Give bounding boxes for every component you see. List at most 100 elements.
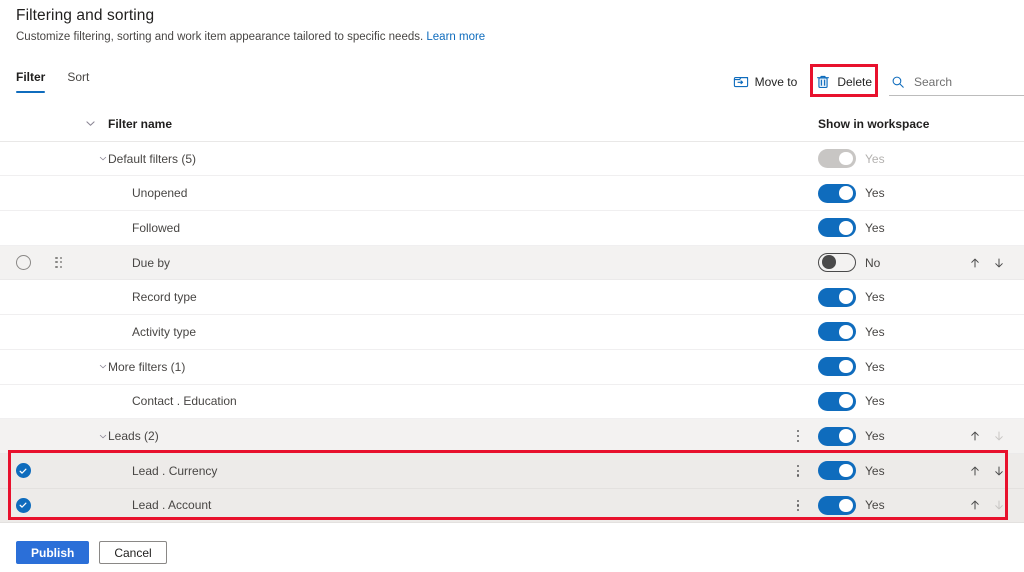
table-row[interactable]: Followed Yes	[0, 211, 1024, 246]
tab-list: Filter Sort	[16, 70, 89, 93]
check-icon	[19, 468, 27, 474]
row-show-in-workspace-cell: Yes	[818, 357, 968, 377]
table-header-row: Filter name Show in workspace	[0, 107, 1024, 142]
show-in-workspace-toggle[interactable]	[818, 357, 856, 377]
move-to-button[interactable]: Move to	[724, 68, 807, 96]
show-in-workspace-toggle	[818, 149, 856, 169]
row-filter-name: Unopened	[132, 186, 188, 201]
row-drag-cell	[46, 256, 72, 270]
header-expand-toggle[interactable]	[72, 117, 108, 130]
toggle-state-label: Yes	[865, 290, 885, 305]
row-checkbox-checked[interactable]	[15, 463, 31, 479]
row-show-in-workspace-cell: Yes	[818, 218, 968, 238]
page-subtitle-text: Customize filtering, sorting and work it…	[16, 31, 424, 43]
arrow-down-icon[interactable]	[992, 464, 1006, 478]
table-row[interactable]: Leads (2) Yes	[0, 419, 1024, 454]
chevron-down-icon	[85, 121, 95, 127]
chevron-down-icon	[99, 434, 107, 438]
row-show-in-workspace-cell: Yes	[818, 183, 968, 203]
search-input[interactable]	[912, 73, 1022, 90]
show-in-workspace-toggle[interactable]	[818, 495, 856, 515]
column-header-show-in-workspace: Show in workspace	[818, 116, 930, 131]
search-box[interactable]	[889, 69, 1024, 96]
table-row[interactable]: Lead . Account Yes	[0, 488, 1024, 524]
row-filter-name: Activity type	[132, 324, 197, 339]
row-select-cell	[0, 463, 46, 479]
row-reorder-cell	[968, 498, 1024, 512]
show-in-workspace-toggle[interactable]	[818, 322, 856, 342]
more-options-icon[interactable]	[794, 497, 802, 515]
row-checkbox[interactable]	[15, 255, 31, 271]
row-select-cell	[0, 497, 46, 513]
row-expand-toggle[interactable]	[72, 430, 108, 443]
row-reorder-cell	[968, 429, 1024, 443]
toggle-state-label: Yes	[865, 324, 885, 339]
row-expand-toggle[interactable]	[72, 152, 108, 165]
row-filter-name: Contact . Education	[132, 394, 237, 409]
more-options-icon[interactable]	[794, 462, 802, 480]
arrow-up-icon[interactable]	[968, 464, 982, 478]
row-show-in-workspace-cell: Yes	[818, 149, 968, 169]
row-filter-name: Default filters (5)	[108, 151, 197, 166]
more-options-icon[interactable]	[794, 427, 802, 445]
row-overflow-cell	[778, 462, 818, 480]
toggle-state-label: Yes	[865, 220, 885, 235]
toggle-state-label: Yes	[865, 394, 885, 409]
column-header-filter-name: Filter name	[108, 116, 173, 131]
show-in-workspace-toggle[interactable]	[818, 391, 856, 411]
table-row[interactable]: Activity type Yes	[0, 315, 1024, 350]
filtering-and-sorting-page: Filtering and sorting Customize filterin…	[0, 0, 1024, 572]
row-filter-name: More filters (1)	[108, 359, 186, 374]
row-overflow-cell	[778, 427, 818, 445]
table-row[interactable]: Default filters (5) Yes	[0, 142, 1024, 177]
row-reorder-cell	[968, 256, 1024, 270]
row-filter-name: Lead . Currency	[132, 463, 218, 478]
table-row[interactable]: Lead . Currency Yes	[0, 453, 1024, 489]
show-in-workspace-toggle[interactable]	[818, 218, 856, 238]
delete-label: Delete	[837, 75, 872, 89]
filters-table: Filter name Show in workspace Default fi…	[0, 107, 1024, 524]
row-show-in-workspace-cell: Yes	[818, 322, 968, 342]
row-checkbox-checked[interactable]	[15, 497, 31, 513]
arrow-down-icon	[995, 431, 1003, 441]
learn-more-link[interactable]: Learn more	[426, 31, 485, 43]
row-expand-toggle[interactable]	[72, 360, 108, 373]
show-in-workspace-toggle[interactable]	[818, 461, 856, 481]
arrow-up-icon[interactable]	[968, 498, 982, 512]
arrow-up-icon[interactable]	[968, 429, 982, 443]
arrow-up-icon[interactable]	[968, 256, 982, 270]
chevron-down-icon	[99, 156, 107, 161]
toggle-state-label: Yes	[865, 498, 885, 513]
table-body: Default filters (5) Yes Unopened Yes Followe…	[0, 142, 1024, 524]
table-row[interactable]: Record type Yes	[0, 280, 1024, 316]
footer-actions: Publish Cancel	[16, 541, 167, 564]
arrow-down-icon[interactable]	[992, 256, 1006, 270]
delete-button[interactable]: Delete	[806, 68, 881, 96]
trash-icon	[815, 74, 831, 90]
table-row[interactable]: Due by No	[0, 245, 1024, 281]
page-subtitle: Customize filtering, sorting and work it…	[16, 31, 485, 43]
command-bar: Move to Delete	[724, 68, 1024, 96]
table-row[interactable]: Contact . Education Yes	[0, 385, 1024, 420]
publish-button[interactable]: Publish	[16, 541, 90, 564]
row-show-in-workspace-cell: Yes	[818, 495, 968, 515]
tab-filter[interactable]: Filter	[16, 70, 46, 93]
show-in-workspace-toggle[interactable]	[818, 426, 856, 446]
row-show-in-workspace-cell: Yes	[818, 287, 968, 307]
show-in-workspace-toggle[interactable]	[818, 253, 856, 273]
toggle-state-label: Yes	[865, 463, 885, 478]
show-in-workspace-toggle[interactable]	[818, 287, 856, 307]
row-show-in-workspace-cell: Yes	[818, 426, 968, 446]
chevron-down-icon	[99, 365, 107, 369]
toggle-state-label: Yes	[865, 186, 885, 201]
page-title: Filtering and sorting	[16, 7, 155, 24]
row-filter-name: Followed	[132, 220, 181, 235]
table-row[interactable]: Unopened Yes	[0, 176, 1024, 212]
tab-sort[interactable]: Sort	[67, 70, 89, 93]
cancel-button[interactable]: Cancel	[99, 541, 167, 564]
drag-handle-icon[interactable]	[54, 256, 64, 270]
show-in-workspace-toggle[interactable]	[818, 183, 856, 203]
table-row[interactable]: More filters (1) Yes	[0, 350, 1024, 385]
arrow-down-icon	[995, 500, 1003, 510]
toggle-state-label: Yes	[865, 359, 885, 374]
